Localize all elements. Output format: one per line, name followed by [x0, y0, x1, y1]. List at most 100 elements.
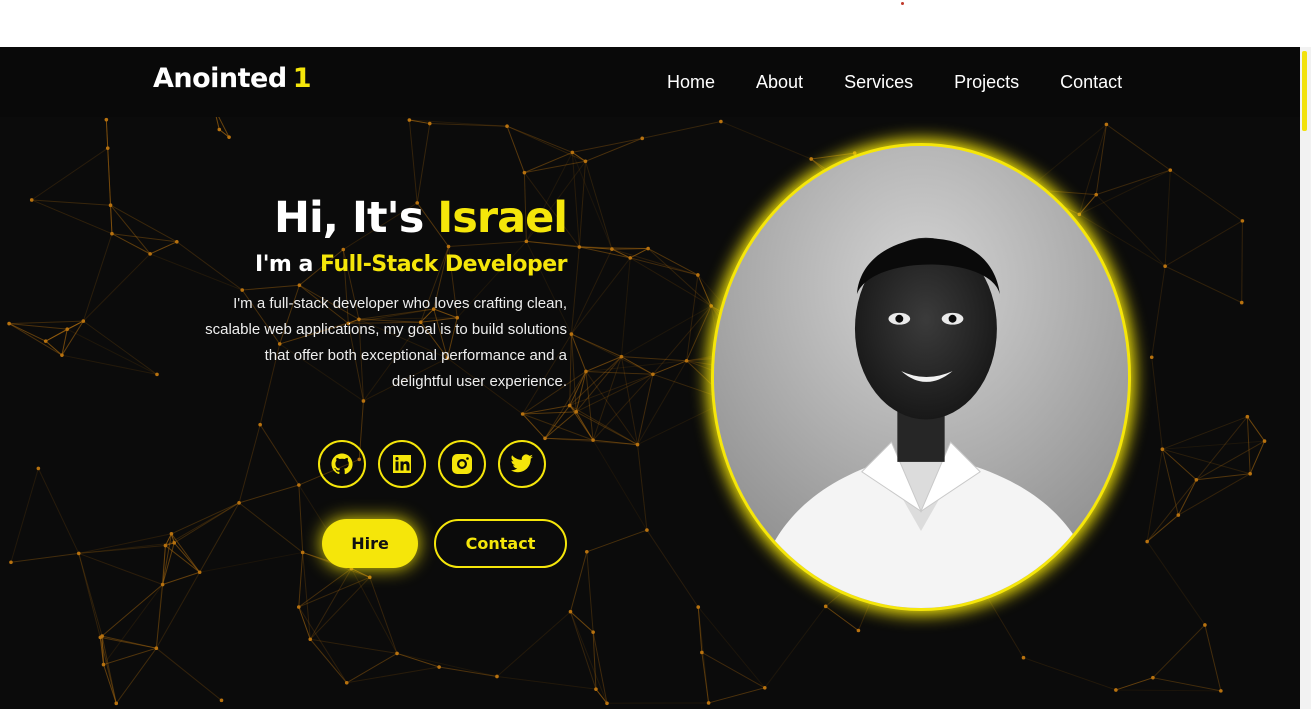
network-link [524, 160, 586, 174]
network-node [1176, 513, 1181, 517]
network-link [1115, 689, 1221, 692]
network-link [396, 652, 498, 677]
network-link [701, 652, 766, 689]
network-node [700, 650, 704, 655]
description-line: delightful user experience. [391, 373, 567, 390]
navbar: Anointed 1 Home About Services Projects C… [0, 47, 1300, 117]
network-link [496, 611, 571, 677]
nav-about[interactable]: About [756, 72, 803, 93]
network-link [45, 340, 63, 356]
network-link [572, 137, 643, 153]
network-link [115, 647, 157, 704]
network-node [154, 646, 159, 650]
network-node [1151, 675, 1155, 680]
network-node [105, 146, 110, 150]
social-links [318, 440, 546, 488]
network-link [1106, 124, 1171, 171]
network-node [1240, 219, 1245, 223]
network-link [585, 370, 653, 375]
nav-home[interactable]: Home [667, 72, 715, 93]
linkedin-icon [393, 455, 411, 473]
instagram-icon [452, 454, 472, 474]
network-link [1151, 357, 1163, 450]
network-node [300, 550, 305, 555]
network-node [219, 698, 224, 703]
network-link [506, 125, 586, 162]
network-link [416, 123, 431, 203]
scrollbar[interactable] [1300, 47, 1311, 709]
network-link [506, 125, 573, 153]
network-node [1114, 688, 1118, 692]
network-node [577, 245, 582, 249]
network-link [569, 356, 622, 406]
network-link [439, 666, 498, 677]
hero-subtitle: I'm a Full-Stack Developer [107, 252, 567, 277]
network-link [1023, 657, 1117, 691]
network-node [361, 399, 366, 403]
network-node [809, 157, 814, 161]
portrait-illustration [714, 146, 1128, 608]
logo[interactable]: Anointed 1 [153, 63, 312, 94]
nav-contact[interactable]: Contact [1060, 72, 1122, 93]
network-node [684, 358, 689, 363]
network-node [583, 159, 588, 164]
linkedin-link[interactable] [378, 440, 426, 488]
network-node [81, 319, 86, 323]
network-link [570, 551, 588, 612]
network-node [1219, 689, 1223, 693]
page-viewport: Anointed 1 Home About Services Projects C… [0, 47, 1300, 709]
network-link [173, 502, 240, 544]
network-link [1246, 416, 1265, 442]
network-link [9, 320, 84, 325]
network-link [697, 606, 766, 689]
description-line: that offer both exceptional performance … [264, 347, 567, 364]
network-node [1104, 122, 1109, 127]
instagram-link[interactable] [438, 440, 486, 488]
network-link [155, 545, 166, 649]
network-link [1169, 169, 1243, 222]
github-icon [331, 453, 353, 475]
description-line: scalable web applications, my goal is to… [205, 321, 567, 338]
network-link [620, 257, 631, 357]
hero-buttons: Hire Contact [322, 519, 567, 568]
network-node [1145, 539, 1149, 544]
network-link [199, 502, 240, 573]
network-link [586, 529, 648, 553]
network-node [640, 136, 645, 141]
network-node [160, 582, 165, 587]
network-node [594, 687, 598, 691]
network-node [169, 531, 174, 536]
network-node [344, 680, 349, 685]
network-link [99, 637, 117, 704]
network-node [76, 551, 81, 556]
network-node [635, 442, 640, 447]
twitter-link[interactable] [498, 440, 546, 488]
hire-button[interactable]: Hire [322, 519, 418, 568]
network-link [1246, 416, 1251, 474]
nav-projects[interactable]: Projects [954, 72, 1019, 93]
github-link[interactable] [318, 440, 366, 488]
network-link [647, 248, 712, 307]
nav-services[interactable]: Services [844, 72, 913, 93]
network-link [1204, 624, 1222, 691]
network-node [65, 327, 70, 331]
network-node [709, 304, 713, 308]
network-node [520, 412, 525, 416]
network-link [629, 248, 649, 259]
contact-button[interactable]: Contact [434, 519, 567, 568]
network-link [45, 328, 68, 342]
network-node [1077, 212, 1082, 217]
network-link [10, 468, 39, 563]
network-link [1152, 677, 1221, 692]
network-node [7, 321, 11, 326]
network-link [1146, 514, 1179, 542]
network-link [1249, 440, 1266, 474]
network-node [696, 273, 700, 277]
scrollbar-thumb[interactable] [1302, 51, 1307, 131]
network-link [1027, 124, 1107, 190]
network-link [630, 257, 699, 276]
network-link [524, 151, 573, 174]
network-node [619, 354, 624, 359]
role-title: Full-Stack Developer [320, 252, 567, 277]
network-link [629, 257, 712, 307]
